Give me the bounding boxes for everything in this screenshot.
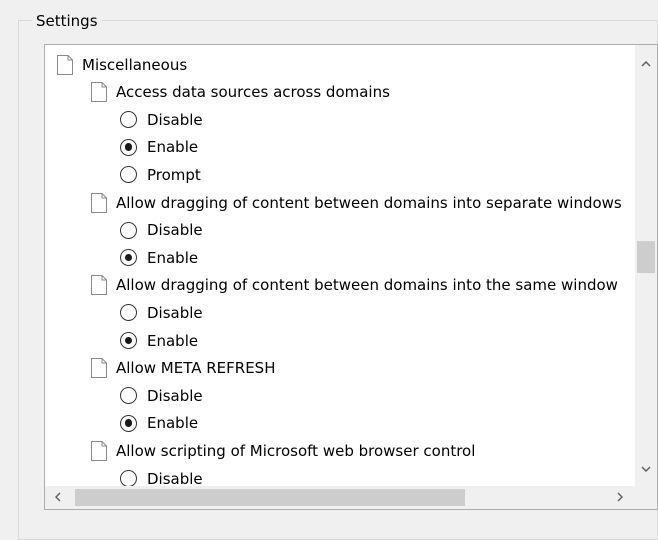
category-miscellaneous[interactable]: Miscellaneous (56, 51, 187, 78)
setting-item[interactable]: Access data sources across domains (90, 79, 390, 106)
radio-label: Enable (147, 138, 199, 157)
radio-label: Disable (147, 221, 203, 240)
page-icon (91, 192, 107, 213)
radio-option-prompt[interactable]: Prompt (120, 161, 201, 188)
setting-item[interactable]: Allow dragging of content between domain… (90, 189, 622, 216)
scroll-left-button[interactable] (47, 486, 69, 508)
settings-tree-content: Miscellaneous Access data sources across … (45, 45, 635, 486)
page-icon (91, 440, 107, 461)
vertical-scroll-thumb[interactable] (637, 241, 655, 273)
setting-item[interactable]: Allow scripting of Microsoft web browser… (90, 437, 475, 464)
radio-option-enable[interactable]: Enable (120, 410, 198, 437)
scroll-down-button[interactable] (635, 458, 657, 480)
radio-option-disable[interactable]: Disable (120, 106, 203, 133)
setting-label: Access data sources across domains (116, 83, 390, 102)
chevron-right-icon (617, 492, 623, 502)
radio-label: Disable (147, 469, 203, 487)
chevron-down-icon (641, 466, 651, 472)
vertical-scrollbar[interactable] (635, 45, 657, 486)
radio-button[interactable] (120, 304, 137, 322)
setting-label: Allow dragging of content between domain… (116, 276, 618, 295)
radio-label: Prompt (147, 165, 201, 184)
radio-button[interactable] (120, 138, 137, 156)
setting-item[interactable]: Allow META REFRESH (90, 355, 276, 382)
setting-item[interactable]: Allow dragging of content between domain… (90, 272, 618, 299)
category-label: Miscellaneous (82, 55, 188, 74)
radio-label: Disable (147, 303, 203, 322)
chevron-up-icon (641, 61, 651, 67)
setting-label: Allow scripting of Microsoft web browser… (116, 441, 476, 460)
radio-option-disable[interactable]: Disable (120, 299, 203, 326)
radio-button[interactable] (120, 470, 137, 486)
setting-label: Allow dragging of content between domain… (116, 193, 622, 212)
settings-group-title: Settings (32, 11, 102, 31)
radio-label: Enable (147, 331, 199, 350)
page-icon (91, 82, 107, 103)
radio-label: Enable (147, 248, 199, 267)
scroll-up-button[interactable] (635, 53, 657, 75)
radio-button[interactable] (120, 111, 137, 129)
radio-button[interactable] (120, 332, 137, 349)
horizontal-scroll-thumb[interactable] (75, 489, 465, 506)
setting-label: Allow META REFRESH (116, 359, 276, 378)
radio-button[interactable] (120, 414, 137, 432)
radio-option-disable[interactable]: Disable (120, 217, 203, 244)
radio-option-enable[interactable]: Enable (120, 134, 198, 161)
radio-label: Disable (147, 110, 203, 129)
radio-button[interactable] (120, 387, 137, 405)
page-icon (91, 358, 107, 379)
radio-option-disable[interactable]: Disable (120, 382, 203, 409)
radio-option-disable[interactable]: Disable (120, 465, 203, 486)
radio-option-enable[interactable]: Enable (120, 327, 198, 354)
radio-button[interactable] (120, 221, 137, 239)
scroll-right-button[interactable] (609, 486, 631, 508)
settings-tree[interactable]: Miscellaneous Access data sources across … (44, 44, 658, 510)
chevron-left-icon (55, 492, 61, 502)
radio-option-enable[interactable]: Enable (120, 244, 198, 271)
radio-button[interactable] (120, 249, 137, 267)
radio-label: Enable (147, 414, 199, 433)
radio-button[interactable] (120, 166, 137, 184)
page-icon (91, 275, 107, 296)
radio-label: Disable (147, 386, 203, 405)
scrollbar-corner (635, 486, 657, 509)
horizontal-scrollbar[interactable] (45, 486, 635, 509)
page-icon (57, 54, 73, 75)
